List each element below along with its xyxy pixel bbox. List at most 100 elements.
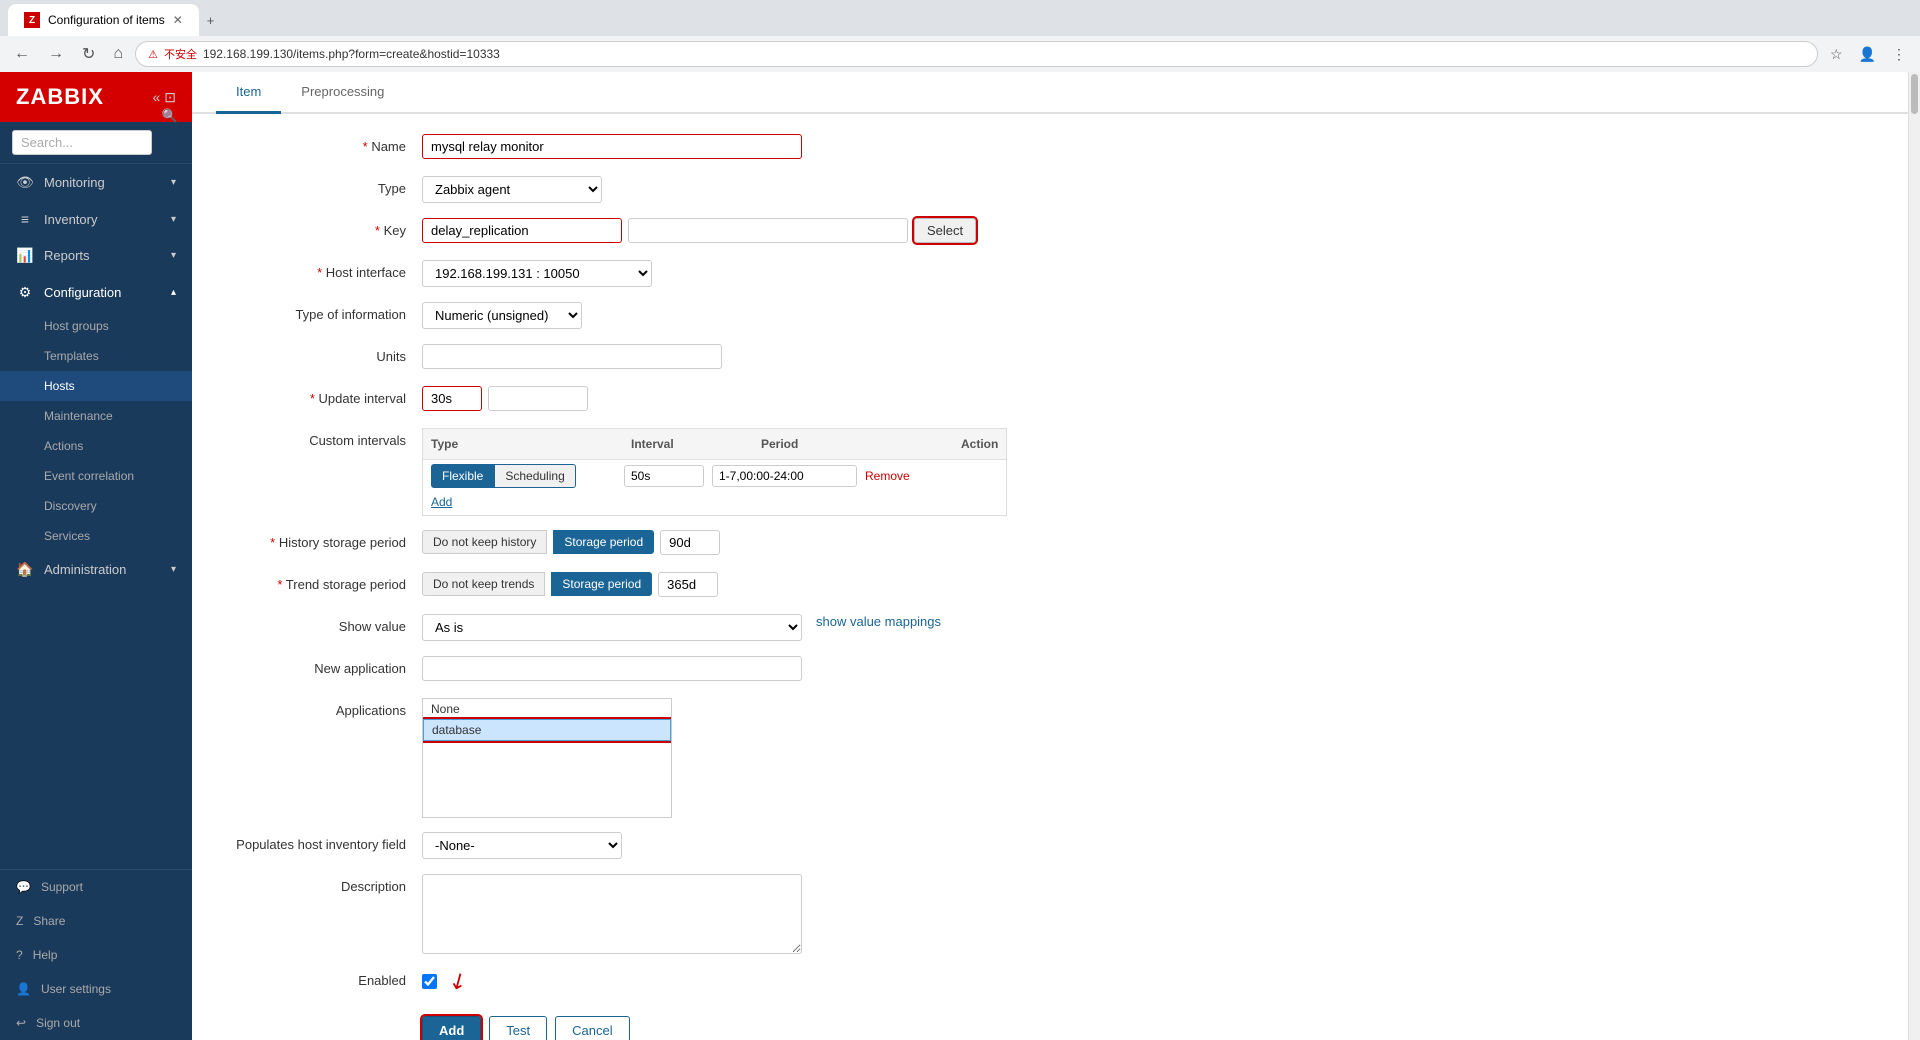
sidebar-item-hosts[interactable]: Hosts xyxy=(0,371,192,401)
history-no-keep-button[interactable]: Do not keep history xyxy=(422,530,547,554)
key-extra-input[interactable] xyxy=(628,218,908,243)
key-input[interactable] xyxy=(422,218,622,243)
support-icon: 💬 xyxy=(16,880,31,894)
configuration-icon: ⚙ xyxy=(16,284,34,301)
sidebar-item-administration[interactable]: 🏠 Administration ▾ xyxy=(0,551,192,588)
test-button[interactable]: Test xyxy=(489,1016,547,1040)
sidebar-item-services[interactable]: Services xyxy=(0,521,192,551)
trend-storage-period-button[interactable]: Storage period xyxy=(551,572,652,596)
enabled-control-area: ↙ xyxy=(422,968,1878,994)
url-text: 192.168.199.130/items.php?form=create&ho… xyxy=(203,47,500,61)
tab-item[interactable]: Item xyxy=(216,72,281,114)
new-application-input[interactable] xyxy=(422,656,802,681)
applications-list-container: None database xyxy=(422,698,682,818)
ci-interval-input[interactable] xyxy=(624,465,704,487)
enabled-checkbox[interactable] xyxy=(422,974,437,989)
enabled-row: Enabled ↙ xyxy=(222,968,1878,996)
sidebar-item-share[interactable]: Z Share xyxy=(0,904,192,938)
home-button[interactable]: ⌂ xyxy=(107,41,129,67)
address-bar[interactable]: ⚠ 不安全 192.168.199.130/items.php?form=cre… xyxy=(135,41,1818,67)
browser-tab-active[interactable]: Z Configuration of items ✕ xyxy=(8,4,199,36)
sidebar-item-administration-label: Administration xyxy=(44,562,126,577)
type-of-info-select[interactable]: Numeric (unsigned) Numeric (float) Chara… xyxy=(422,302,582,329)
sidebar-item-configuration-label: Configuration xyxy=(44,285,121,300)
tab-preprocessing[interactable]: Preprocessing xyxy=(281,72,404,114)
new-application-label: New application xyxy=(222,656,422,676)
ci-add-link[interactable]: Add xyxy=(431,495,452,509)
sidebar-item-sign-out[interactable]: ↩ Sign out xyxy=(0,1006,192,1040)
expand-icon[interactable]: ⊡ xyxy=(164,89,176,106)
add-button[interactable]: Add xyxy=(422,1016,481,1040)
sidebar-item-inventory[interactable]: ≡ Inventory ▾ xyxy=(0,201,192,237)
sidebar-item-configuration[interactable]: ⚙ Configuration ▴ xyxy=(0,274,192,311)
item-form: Name Type Zabbix agent Zabbix agent (act… xyxy=(192,114,1908,1040)
enabled-label: Enabled xyxy=(222,968,422,988)
sidebar-item-actions[interactable]: Actions xyxy=(0,431,192,461)
type-select[interactable]: Zabbix agent Zabbix agent (active) Simpl… xyxy=(422,176,602,203)
update-interval-input[interactable] xyxy=(422,386,482,411)
history-value-input[interactable] xyxy=(660,530,720,555)
units-input[interactable] xyxy=(422,344,722,369)
app-list-item-database[interactable]: database xyxy=(423,719,671,741)
reload-button[interactable]: ↻ xyxy=(76,40,101,68)
sidebar-item-support[interactable]: 💬 Support xyxy=(0,870,192,904)
populates-inventory-select[interactable]: -None- xyxy=(422,832,622,859)
units-row: Units xyxy=(222,344,1878,372)
scrollbar-thumb[interactable] xyxy=(1911,74,1918,114)
sidebar-item-templates[interactable]: Templates xyxy=(0,341,192,371)
new-tab-button[interactable]: + xyxy=(199,5,223,36)
page-tabs: Item Preprocessing xyxy=(192,72,1908,114)
show-value-mappings-link[interactable]: show value mappings xyxy=(816,614,941,629)
sidebar-item-reports-label: Reports xyxy=(44,248,90,263)
browser-toolbar: ← → ↻ ⌂ ⚠ 不安全 192.168.199.130/items.php?… xyxy=(0,36,1920,72)
administration-arrow: ▾ xyxy=(171,564,176,575)
sidebar-item-monitoring[interactable]: 👁 Monitoring ▾ xyxy=(0,164,192,201)
search-icon[interactable]: 🔍 xyxy=(162,108,178,124)
history-storage-period-button[interactable]: Storage period xyxy=(553,530,654,554)
bookmark-star-button[interactable]: ☆ xyxy=(1824,42,1849,67)
ci-add-area: Add xyxy=(423,492,1006,511)
description-textarea[interactable] xyxy=(422,874,802,954)
host-interface-row: Host interface 192.168.199.131 : 10050 xyxy=(222,260,1878,288)
sidebar-item-host-groups[interactable]: Host groups xyxy=(0,311,192,341)
host-interface-select[interactable]: 192.168.199.131 : 10050 xyxy=(422,260,652,287)
share-icon: Z xyxy=(16,914,23,928)
menu-button[interactable]: ⋮ xyxy=(1886,42,1912,67)
ci-scheduling-button[interactable]: Scheduling xyxy=(494,464,575,488)
trend-value-input[interactable] xyxy=(658,572,718,597)
select-button[interactable]: Select xyxy=(914,218,976,243)
ci-flexible-button[interactable]: Flexible xyxy=(431,464,494,488)
sidebar-item-user-settings[interactable]: 👤 User settings xyxy=(0,972,192,1006)
type-label: Type xyxy=(222,176,422,196)
sidebar-item-discovery[interactable]: Discovery xyxy=(0,491,192,521)
sidebar-item-event-correlation[interactable]: Event correlation xyxy=(0,461,192,491)
scrollbar[interactable] xyxy=(1908,72,1920,1040)
name-input[interactable] xyxy=(422,134,802,159)
cancel-button[interactable]: Cancel xyxy=(555,1016,629,1040)
sidebar-item-reports[interactable]: 📊 Reports ▾ xyxy=(0,237,192,274)
sidebar-search-input[interactable] xyxy=(12,130,152,155)
custom-intervals-control-area: Type Interval Period Action Flexible Sch… xyxy=(422,428,1878,516)
content-area: Item Preprocessing Name Type Zabbix agen… xyxy=(192,72,1908,1040)
security-warning-text: 不安全 xyxy=(164,46,197,62)
ci-period-input[interactable] xyxy=(712,465,857,487)
applications-listbox[interactable]: None database xyxy=(422,698,672,818)
app-list-none[interactable]: None xyxy=(423,699,671,719)
back-button[interactable]: ← xyxy=(8,41,36,67)
sidebar: ZABBIX « ⊡ 🔍 👁 Monitoring ▾ ≡ Inventory … xyxy=(0,72,192,1040)
name-label: Name xyxy=(222,134,422,154)
collapse-icon[interactable]: « xyxy=(152,89,160,106)
type-of-info-control-area: Numeric (unsigned) Numeric (float) Chara… xyxy=(422,302,1878,329)
sidebar-item-help[interactable]: ? Help xyxy=(0,938,192,972)
units-label: Units xyxy=(222,344,422,364)
account-button[interactable]: 👤 xyxy=(1853,42,1882,67)
trend-no-keep-button[interactable]: Do not keep trends xyxy=(422,572,545,596)
ci-header-type: Type xyxy=(423,433,623,455)
ci-remove-link[interactable]: Remove xyxy=(865,469,910,483)
forward-button[interactable]: → xyxy=(42,41,70,67)
show-value-select[interactable]: As is xyxy=(422,614,802,641)
sidebar-item-maintenance[interactable]: Maintenance xyxy=(0,401,192,431)
tab-close-button[interactable]: ✕ xyxy=(173,13,183,27)
new-application-row: New application xyxy=(222,656,1878,684)
update-interval-extra-input[interactable] xyxy=(488,386,588,411)
